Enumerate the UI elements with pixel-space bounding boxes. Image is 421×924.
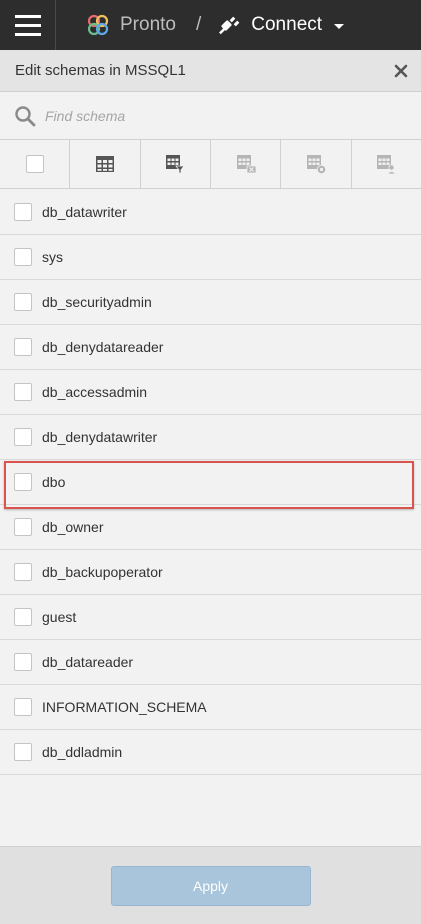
- connect-dropdown[interactable]: Connect: [217, 13, 345, 37]
- schema-row-information-schema[interactable]: INFORMATION_SCHEMA: [0, 685, 421, 730]
- select-all-button[interactable]: [0, 140, 71, 188]
- schema-checkbox[interactable]: [14, 383, 32, 401]
- breadcrumb-separator: /: [195, 14, 202, 35]
- schema-checkbox[interactable]: [14, 698, 32, 716]
- apply-button[interactable]: Apply: [110, 865, 311, 906]
- schema-row-db-securityadmin[interactable]: db_securityadmin: [0, 280, 421, 325]
- schema-checkbox[interactable]: [14, 428, 32, 446]
- schema-name: guest: [42, 609, 77, 625]
- schema-row-db-datawriter[interactable]: db_datawriter: [0, 190, 421, 235]
- schema-name: db_denydatareader: [42, 339, 164, 355]
- close-icon[interactable]: [393, 63, 409, 79]
- schema-name: db_denydatawriter: [42, 429, 158, 445]
- search-bar: [0, 92, 421, 140]
- search-icon: [15, 105, 36, 126]
- table-settings-icon: [306, 155, 327, 175]
- tool-table-user-button[interactable]: [352, 140, 421, 188]
- pronto-logo-icon: [87, 14, 109, 36]
- schema-name: db_owner: [42, 519, 104, 535]
- schema-checkbox[interactable]: [14, 203, 32, 221]
- brand-name: Pronto: [120, 14, 176, 35]
- schema-name: sys: [42, 249, 63, 265]
- schema-row-db-ddladmin[interactable]: db_ddladmin: [0, 730, 421, 775]
- schema-checkbox[interactable]: [14, 608, 32, 626]
- tool-table-button[interactable]: [70, 140, 141, 188]
- panel-title: Edit schemas in MSSQL1: [15, 62, 186, 79]
- tool-table-delete-button[interactable]: [211, 140, 282, 188]
- highlight-box: [4, 461, 414, 509]
- schema-row-db-datareader[interactable]: db_datareader: [0, 640, 421, 685]
- schema-checkbox[interactable]: [14, 653, 32, 671]
- panel-footer: Apply: [0, 846, 421, 924]
- schema-row-guest[interactable]: guest: [0, 595, 421, 640]
- schema-checkbox[interactable]: [14, 518, 32, 536]
- toolbar: [0, 140, 421, 189]
- schema-name: db_datawriter: [42, 204, 127, 220]
- schema-row-db-owner[interactable]: db_owner: [0, 505, 421, 550]
- brand[interactable]: Pronto: [86, 13, 176, 37]
- hamburger-icon: [14, 14, 41, 18]
- search-input[interactable]: [45, 107, 345, 124]
- table-delete-icon: [236, 155, 257, 174]
- schema-name: dbo: [42, 474, 66, 490]
- tool-table-filter-button[interactable]: [141, 140, 211, 188]
- table-icon: [95, 156, 114, 172]
- tool-table-settings-button[interactable]: [281, 140, 352, 188]
- schema-row-db-accessadmin[interactable]: db_accessadmin: [0, 370, 421, 415]
- schema-name: db_backupoperator: [42, 564, 163, 580]
- table-filter-icon: [166, 155, 186, 174]
- schema-checkbox[interactable]: [14, 248, 32, 266]
- schema-name: db_accessadmin: [42, 384, 148, 400]
- table-user-icon: [377, 155, 397, 175]
- select-all-checkbox[interactable]: [25, 155, 44, 173]
- chevron-down-icon: [334, 24, 345, 29]
- connect-label: Connect: [251, 14, 323, 35]
- top-bar: Pronto / Connect: [0, 0, 421, 50]
- menu-button[interactable]: [0, 0, 56, 50]
- schema-name: db_ddladmin: [42, 744, 123, 760]
- schema-name: db_datareader: [42, 654, 134, 670]
- schema-checkbox[interactable]: [14, 293, 32, 311]
- plug-icon: [219, 16, 240, 35]
- schema-checkbox[interactable]: [14, 338, 32, 356]
- schema-name: INFORMATION_SCHEMA: [42, 699, 207, 715]
- schema-row-db-denydatawriter[interactable]: db_denydatawriter: [0, 415, 421, 460]
- schema-checkbox[interactable]: [14, 563, 32, 581]
- schema-row-sys[interactable]: sys: [0, 235, 421, 280]
- schema-row-dbo[interactable]: dbo: [0, 460, 421, 509]
- schema-checkbox[interactable]: [14, 743, 32, 761]
- schema-row-db-denydatareader[interactable]: db_denydatareader: [0, 325, 421, 370]
- panel-header: Edit schemas in MSSQL1: [0, 50, 421, 92]
- schema-list: db_datawriter sys db_securityadmin db_de…: [0, 190, 421, 775]
- schema-row-db-backupoperator[interactable]: db_backupoperator: [0, 550, 421, 595]
- schema-name: db_securityadmin: [42, 294, 152, 310]
- schema-checkbox[interactable]: [14, 473, 32, 491]
